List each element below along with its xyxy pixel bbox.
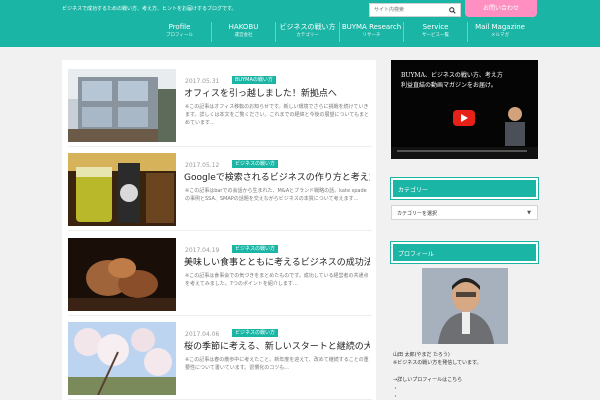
- global-nav: Profile プロフィール HAKOBU 運営会社 ビジネスの戦い方 カテゴリ…: [148, 22, 532, 46]
- nav-item-sublabel: プロフィール: [166, 33, 193, 38]
- nav-item-label: Profile: [168, 23, 191, 31]
- article-thumbnail[interactable]: [68, 69, 176, 142]
- nav-item-sublabel: サービス一覧: [422, 33, 449, 38]
- list-item[interactable]: 2017.05.12 ビジネスの戦い方 Googleで検索されるビジネスの作り方…: [68, 153, 372, 231]
- article-excerpt: ※この記事は食事会での気づきをまとめたものです。成功している経営者の共通点を考え…: [185, 273, 369, 287]
- search-box[interactable]: [369, 3, 461, 17]
- nav-item-mail-magazine[interactable]: Mail Magazine メルマガ: [468, 22, 532, 42]
- nav-item-profile[interactable]: Profile プロフィール: [148, 22, 212, 42]
- profile-note: ・: [393, 394, 399, 400]
- search-input[interactable]: [374, 5, 442, 15]
- article-title[interactable]: Googleで検索されるビジネスの作り方と考え方: [184, 172, 370, 184]
- profile-photo: [422, 268, 508, 344]
- presenter-image: [505, 107, 525, 146]
- video-caption-line: BUYMA、ビジネスの戦い方、考え方: [401, 72, 503, 79]
- article-thumbnail[interactable]: [68, 322, 176, 395]
- video-caption-line: 利益直結の動画マガジンをお届け。: [401, 82, 497, 89]
- video-play-button[interactable]: [453, 110, 475, 126]
- article-title[interactable]: オフィスを引っ越しました！新拠点へ: [184, 88, 370, 100]
- food-image: [68, 238, 176, 311]
- video-controls[interactable]: [391, 147, 538, 159]
- nav-item-sublabel: 運営会社: [234, 33, 253, 38]
- list-item[interactable]: 2017.04.06 ビジネスの戦い方 桜の季節に考える、新しいスタートと継続の…: [68, 322, 372, 400]
- nav-item-business[interactable]: ビジネスの戦い方 カテゴリー: [276, 22, 340, 42]
- nav-item-label: Service: [422, 23, 449, 31]
- article-excerpt: ※この記事はbarでの会話から生まれた、M&Aとブランド戦略の話。kate sp…: [185, 188, 367, 202]
- article-excerpt: ※この記事はオフィス移転のお知らせです。新しい環境でさらに挑戦を続けていきます。…: [185, 104, 370, 126]
- widget-title: カテゴリー: [398, 187, 429, 194]
- article-title[interactable]: 桜の季節に考える、新しいスタートと継続の大切さについて: [184, 341, 370, 353]
- article-list: 2017.05.31 BUYMAの戦い方 オフィスを引っ越しました！新拠点へ ※…: [62, 60, 376, 400]
- article-date: 2017.04.06: [185, 331, 220, 338]
- chevron-down-icon: ▼: [527, 210, 531, 216]
- nav-item-label: ビジネスの戦い方: [279, 23, 336, 31]
- article-thumbnail[interactable]: [68, 153, 176, 226]
- nav-item-label: BUYMA Research: [341, 23, 402, 31]
- category-badge[interactable]: ビジネスの戦い方: [232, 329, 279, 337]
- nav-item-sublabel: カテゴリー: [296, 33, 319, 38]
- article-title[interactable]: 美味しい食事とともに考えるビジネスの成功法則とは: [184, 257, 370, 269]
- nav-item-label: HAKOBU: [228, 23, 259, 31]
- profile-note: ・: [393, 386, 399, 392]
- nav-item-hakobu[interactable]: HAKOBU 運営会社: [212, 22, 276, 42]
- category-badge[interactable]: BUYMAの戦い方: [232, 76, 276, 84]
- article-thumbnail[interactable]: [68, 238, 176, 311]
- video-embed[interactable]: BUYMA、ビジネスの戦い方、考え方 利益直結の動画マガジンをお届け。: [391, 60, 538, 159]
- play-icon: [461, 114, 468, 122]
- category-select-value: カテゴリーを選択: [397, 211, 438, 217]
- search-button[interactable]: [446, 5, 458, 15]
- nav-item-sublabel: メルマガ: [491, 33, 509, 38]
- video-progress-bar[interactable]: [397, 150, 527, 152]
- article-date: 2017.05.31: [185, 78, 220, 85]
- category-widget-header: カテゴリー: [390, 177, 539, 200]
- list-item[interactable]: 2017.04.19 ビジネスの戦い方 美味しい食事とともに考えるビジネスの成功…: [68, 238, 372, 316]
- nav-item-label: Mail Magazine: [475, 23, 525, 31]
- cherry-blossom-image: [68, 322, 176, 395]
- drinks-image: [68, 153, 176, 226]
- search-icon: [448, 6, 456, 14]
- category-badge[interactable]: ビジネスの戦い方: [232, 245, 279, 253]
- video-caption: BUYMA、ビジネスの戦い方、考え方 利益直結の動画マガジンをお届け。: [401, 71, 503, 91]
- profile-widget-header: プロフィール: [390, 241, 539, 264]
- nav-item-service[interactable]: Service サービス一覧: [404, 22, 468, 42]
- profile-link[interactable]: →詳しいプロフィールはこちら: [393, 376, 538, 384]
- category-badge[interactable]: ビジネスの戦い方: [232, 160, 279, 168]
- nav-item-buyma-research[interactable]: BUYMA Research リサーチ: [340, 22, 404, 42]
- widget-title: プロフィール: [398, 251, 434, 258]
- category-select[interactable]: カテゴリーを選択 ▼: [391, 205, 538, 220]
- profile-description: ※ビジネスの戦い方を発信しています。: [393, 360, 482, 366]
- building-image: [68, 69, 176, 142]
- site-header: ビジネスで成功するための戦い方、考え方、ヒントをお届けするブログです。 お問い合…: [0, 0, 600, 47]
- site-tagline: ビジネスで成功するための戦い方、考え方、ヒントをお届けするブログです。: [62, 6, 237, 12]
- contact-button[interactable]: お問い合わせ: [465, 0, 537, 17]
- profile-name: 山田 太郎(やまだ たろう): [393, 352, 450, 358]
- article-date: 2017.04.19: [185, 247, 220, 254]
- article-excerpt: ※この記事は春の散歩中に考えたこと。新年度を迎えて、改めて継続することの重要性に…: [185, 357, 369, 371]
- nav-item-sublabel: リサーチ: [362, 33, 381, 38]
- list-item[interactable]: 2017.05.31 BUYMAの戦い方 オフィスを引っ越しました！新拠点へ ※…: [68, 69, 372, 147]
- article-date: 2017.05.12: [185, 162, 220, 169]
- avatar: [422, 268, 508, 344]
